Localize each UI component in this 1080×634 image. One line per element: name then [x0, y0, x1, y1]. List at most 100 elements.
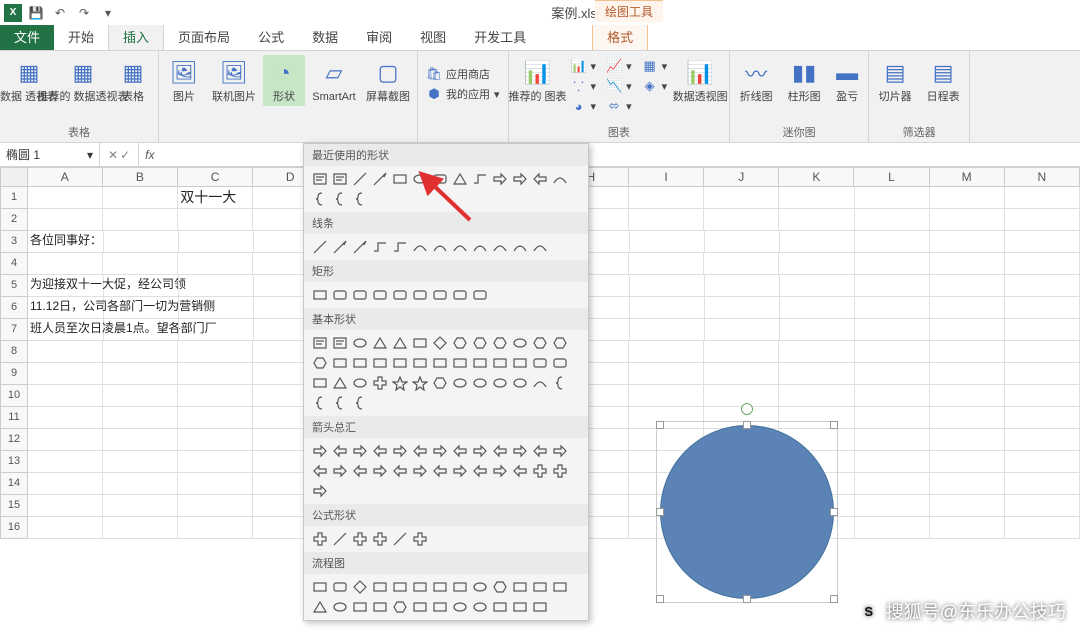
shape-gallery-item[interactable] [370, 373, 390, 393]
oval-shape-selected[interactable] [660, 425, 834, 599]
shape-gallery-item[interactable] [550, 353, 570, 373]
row-header[interactable]: 2 [0, 209, 28, 231]
shape-gallery-item[interactable] [350, 189, 370, 209]
shapes-button[interactable]: ◔形状 [263, 55, 305, 106]
shape-gallery-item[interactable] [530, 577, 550, 597]
cell[interactable] [1005, 341, 1080, 363]
col-header[interactable]: M [930, 167, 1005, 187]
qat-save-icon[interactable]: 💾 [26, 3, 46, 23]
shape-gallery-item[interactable] [490, 441, 510, 461]
shape-gallery-item[interactable] [450, 577, 470, 597]
shape-gallery-item[interactable] [530, 461, 550, 481]
cell[interactable]: 11.12日，公司各部门一切为营销侧 [28, 297, 104, 319]
shape-gallery-item[interactable] [490, 237, 510, 257]
shape-gallery-item[interactable] [510, 441, 530, 461]
cell[interactable] [178, 363, 253, 385]
shape-gallery-item[interactable] [370, 237, 390, 257]
shape-gallery-item[interactable] [470, 597, 490, 617]
cell[interactable] [179, 231, 254, 253]
shape-gallery-item[interactable] [310, 353, 330, 373]
col-header[interactable]: J [704, 167, 779, 187]
shape-gallery-item[interactable] [530, 169, 550, 189]
cell[interactable] [103, 363, 178, 385]
shape-gallery-item[interactable] [330, 577, 350, 597]
shape-gallery-item[interactable] [370, 353, 390, 373]
shape-gallery-item[interactable] [470, 285, 490, 305]
cell[interactable] [103, 253, 178, 275]
shape-gallery-item[interactable] [310, 373, 330, 393]
shape-gallery-item[interactable] [490, 373, 510, 393]
cell[interactable] [780, 297, 855, 319]
shape-gallery-item[interactable] [310, 285, 330, 305]
cell[interactable] [855, 363, 930, 385]
shape-gallery-item[interactable] [450, 333, 470, 353]
shape-gallery-item[interactable] [390, 577, 410, 597]
shape-gallery-item[interactable] [410, 597, 430, 617]
col-header[interactable]: N [1005, 167, 1080, 187]
online-pictures-button[interactable]: 🖼联机图片 [209, 55, 259, 106]
shape-gallery-item[interactable] [330, 441, 350, 461]
resize-handle[interactable] [830, 595, 838, 603]
shape-gallery-item[interactable] [330, 169, 350, 189]
cell[interactable] [28, 253, 103, 275]
shape-gallery-item[interactable] [410, 441, 430, 461]
cell[interactable] [28, 495, 103, 517]
cell[interactable] [1005, 231, 1080, 253]
shape-gallery-item[interactable] [450, 597, 470, 617]
smartart-button[interactable]: ▱SmartArt [309, 55, 359, 106]
chart-combo-icon[interactable]: ⬄▾ [602, 97, 636, 115]
shape-gallery-item[interactable] [450, 237, 470, 257]
cell[interactable] [104, 319, 179, 341]
sparkline-line-button[interactable]: 〰折线图 [734, 55, 778, 106]
shape-gallery-item[interactable] [450, 353, 470, 373]
shape-gallery-item[interactable] [510, 237, 530, 257]
cell[interactable] [930, 495, 1005, 517]
cell[interactable] [178, 341, 253, 363]
shape-gallery-item[interactable] [330, 237, 350, 257]
cell[interactable] [930, 231, 1005, 253]
col-header[interactable]: K [779, 167, 854, 187]
cell[interactable] [855, 275, 930, 297]
cell[interactable] [104, 297, 179, 319]
cell[interactable] [930, 429, 1005, 451]
cell[interactable] [779, 341, 854, 363]
shape-gallery-item[interactable] [350, 285, 370, 305]
cell[interactable] [779, 253, 854, 275]
shape-gallery-item[interactable] [370, 529, 390, 549]
shape-gallery-item[interactable] [350, 441, 370, 461]
cell[interactable] [1005, 407, 1080, 429]
cell[interactable] [704, 363, 779, 385]
sparkline-winloss-button[interactable]: ▬盈亏 [830, 55, 864, 106]
cell[interactable] [930, 363, 1005, 385]
cell[interactable] [855, 297, 930, 319]
shape-gallery-item[interactable] [310, 237, 330, 257]
cell[interactable] [930, 341, 1005, 363]
shape-gallery-item[interactable] [410, 461, 430, 481]
shape-gallery-item[interactable] [430, 169, 450, 189]
shape-gallery-item[interactable] [530, 441, 550, 461]
chart-line-icon[interactable]: 📈▾ [602, 57, 636, 75]
shape-gallery-item[interactable] [390, 333, 410, 353]
cell[interactable] [930, 473, 1005, 495]
cell[interactable] [630, 275, 705, 297]
shape-gallery-item[interactable] [490, 333, 510, 353]
tab-home[interactable]: 开始 [54, 23, 108, 50]
shape-gallery-item[interactable] [350, 529, 370, 549]
shape-gallery-item[interactable] [310, 189, 330, 209]
cell[interactable] [930, 297, 1005, 319]
shape-gallery-item[interactable] [470, 577, 490, 597]
cell[interactable] [780, 319, 855, 341]
cell[interactable] [779, 209, 854, 231]
chart-pie-icon[interactable]: ◕▾ [567, 97, 601, 115]
row-header[interactable]: 10 [0, 385, 28, 407]
rotate-handle[interactable] [741, 403, 753, 415]
cell[interactable] [103, 209, 178, 231]
chart-hierarchy-icon[interactable]: ▦▾ [638, 57, 672, 75]
cell[interactable] [28, 187, 103, 209]
shape-gallery-item[interactable] [310, 333, 330, 353]
cell[interactable] [629, 385, 704, 407]
cell[interactable] [28, 517, 103, 539]
name-box[interactable]: 椭圆 1▾ [0, 143, 100, 166]
cell[interactable] [28, 209, 103, 231]
row-header[interactable]: 3 [0, 231, 28, 253]
